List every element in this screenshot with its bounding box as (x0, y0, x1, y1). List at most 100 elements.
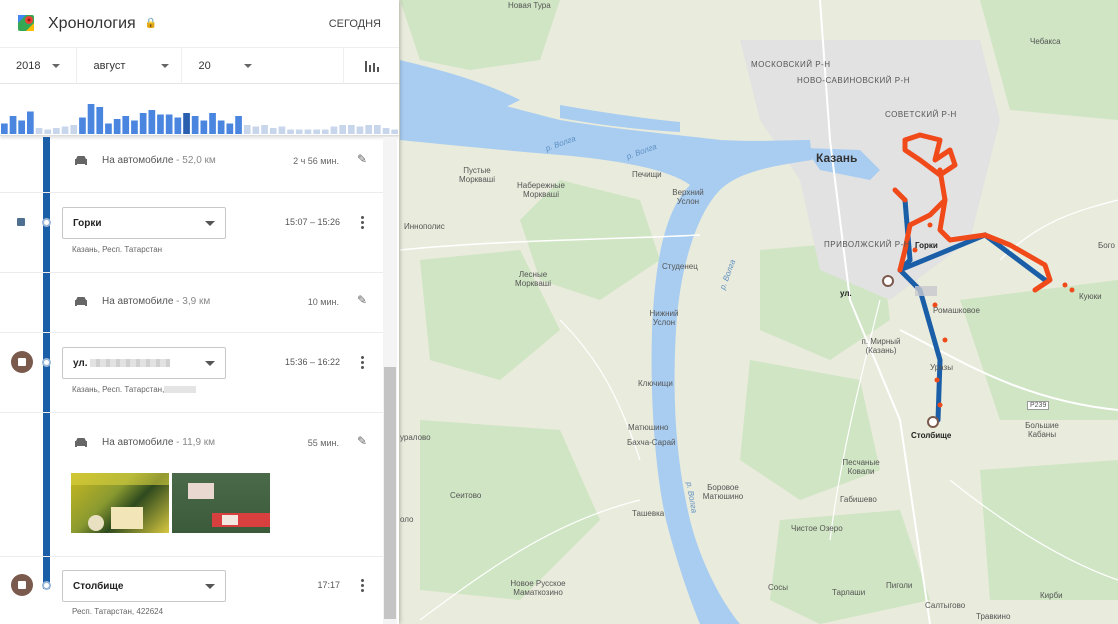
place-name: Столбище (73, 580, 124, 592)
map-label: Новая Тура (508, 1, 551, 10)
histogram-bar[interactable] (183, 113, 190, 134)
month-select[interactable]: август (77, 47, 183, 84)
map-label: Чистое Озеро (791, 524, 843, 533)
place-address: Казань, Респ. Татарстан (72, 245, 163, 254)
histogram-bar[interactable] (87, 104, 95, 134)
histogram-bar[interactable] (278, 126, 286, 135)
histogram-bar[interactable] (261, 125, 268, 134)
histogram-bar[interactable] (44, 129, 52, 135)
page-title: Хронология (48, 14, 136, 32)
more-options-icon[interactable] (361, 356, 364, 371)
edit-wand-icon[interactable]: ✎ (357, 152, 367, 166)
histogram-bar[interactable] (131, 120, 138, 135)
histogram-bar[interactable] (313, 129, 320, 135)
map-label: Ключищи (638, 379, 673, 388)
histogram-bar[interactable] (269, 128, 277, 134)
histogram-bar[interactable] (105, 123, 112, 135)
map-label: Набережные Морквашi (517, 181, 565, 199)
more-options-icon[interactable] (361, 579, 364, 594)
place-select[interactable]: Столбище (62, 570, 226, 602)
histogram-bar[interactable] (209, 113, 216, 134)
histogram-bar[interactable] (200, 120, 208, 135)
photo-thumbnail[interactable] (172, 473, 270, 533)
histogram-bar[interactable] (139, 113, 147, 134)
histogram-bar[interactable] (217, 120, 225, 135)
scrollbar-thumb[interactable] (384, 367, 396, 619)
activity-histogram[interactable] (0, 84, 399, 136)
histogram-bar[interactable] (191, 116, 199, 134)
map-label: Кирби (1040, 591, 1063, 600)
histogram-bar[interactable] (148, 110, 156, 134)
histogram-bar[interactable] (96, 107, 104, 134)
edit-wand-icon[interactable]: ✎ (357, 434, 367, 448)
map-pin-ul[interactable] (882, 275, 894, 287)
histogram-bar[interactable] (226, 123, 234, 135)
map-label: Травкино (976, 612, 1011, 621)
timeline-list[interactable]: На автомобиле - 52,0 км 2 ч 56 мин. ✎ Го… (0, 137, 399, 624)
chevron-down-icon (161, 63, 170, 68)
histogram-bar[interactable] (9, 116, 17, 134)
timeline-place[interactable]: Столбище Респ. Татарстан, 422624 17:17 (0, 557, 383, 624)
histogram-bar[interactable] (27, 111, 34, 135)
year-select[interactable]: 2018 (0, 47, 78, 84)
map-label: Горки (915, 241, 938, 250)
histogram-bar[interactable] (122, 116, 130, 134)
map-label: Тарлаши (832, 588, 866, 597)
histogram-bar[interactable] (61, 126, 69, 135)
histogram-bar[interactable] (79, 117, 86, 135)
histogram-bar[interactable] (287, 129, 294, 135)
place-pin-icon (11, 574, 33, 596)
today-button[interactable]: СЕГОДНЯ (329, 18, 381, 30)
map-label: Матюшино (628, 423, 669, 432)
timeline-move[interactable]: На автомобиле - 3,9 км 10 мин. ✎ (0, 273, 383, 333)
place-address: Респ. Татарстан, 422624 (72, 607, 164, 616)
histogram-bar[interactable] (252, 126, 260, 135)
histogram-bar[interactable] (295, 129, 303, 135)
day-select[interactable]: 20 (182, 48, 268, 84)
histogram-bar[interactable] (157, 114, 164, 135)
timeline-move[interactable]: На автомобиле - 11,9 км 55 мин. ✎ (0, 413, 383, 557)
move-duration: 2 ч 56 мин. (293, 156, 339, 166)
histogram-bar[interactable] (382, 128, 390, 134)
histogram-bar[interactable] (174, 117, 182, 135)
histogram-bar[interactable] (1, 123, 8, 135)
timeline-place[interactable]: ул. Казань, Респ. Татарстан, 15:36 – 16:… (0, 333, 383, 413)
edit-wand-icon[interactable]: ✎ (357, 293, 367, 307)
histogram-bar[interactable] (348, 125, 355, 134)
histogram-bar[interactable] (53, 128, 60, 134)
histogram-bar[interactable] (70, 125, 78, 134)
histogram-bar[interactable] (365, 125, 372, 134)
lock-icon: 🔒 (144, 18, 158, 29)
timeline-place[interactable]: Горки Казань, Респ. Татарстан 15:07 – 15… (0, 193, 383, 273)
map-label: Бого (1098, 241, 1115, 250)
map-label: Казань (816, 151, 858, 165)
move-description: На автомобиле - 11,9 км (102, 437, 216, 448)
histogram-bar[interactable] (113, 119, 121, 134)
timeline-move[interactable]: На автомобиле - 52,0 км 2 ч 56 мин. ✎ (0, 137, 383, 193)
histogram-bar[interactable] (339, 125, 346, 134)
histogram-bar[interactable] (391, 129, 398, 135)
histogram-bar[interactable] (374, 125, 381, 134)
map-label: Печищи (632, 170, 662, 179)
more-options-icon[interactable] (361, 216, 364, 231)
histogram-bar[interactable] (243, 125, 251, 134)
place-select[interactable]: Горки (62, 207, 226, 239)
histogram-bar[interactable] (18, 120, 25, 135)
map-label: уралово (400, 433, 431, 442)
photo-thumbnail[interactable] (71, 473, 169, 533)
map-pin-stolbishche[interactable] (927, 416, 939, 428)
map-label: Сосы (768, 583, 788, 592)
place-select[interactable]: ул. (62, 347, 226, 379)
histogram-bar[interactable] (35, 128, 43, 134)
histogram-bar[interactable] (330, 126, 338, 135)
map-label: Габишево (840, 495, 877, 504)
histogram-bar[interactable] (356, 126, 364, 135)
histogram-bar[interactable] (235, 116, 242, 134)
car-icon (75, 438, 87, 447)
histogram-bar[interactable] (165, 114, 173, 135)
histogram-bar[interactable] (304, 129, 312, 135)
place-name: ул. (73, 357, 88, 369)
bar-chart-button[interactable] (343, 47, 399, 84)
place-time: 17:17 (317, 580, 340, 590)
histogram-bar[interactable] (321, 129, 329, 135)
